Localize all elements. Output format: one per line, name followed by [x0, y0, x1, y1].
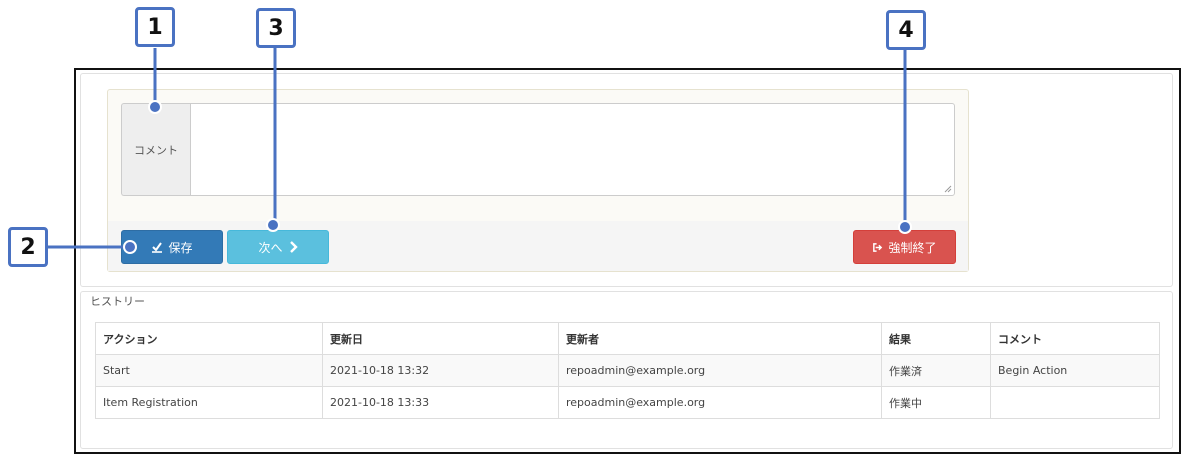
callout-dot-1	[148, 100, 162, 114]
callout-2: 2	[8, 227, 48, 267]
callout-dot-3	[266, 218, 280, 232]
callout-dot-4	[898, 220, 912, 234]
callout-4: 4	[886, 10, 926, 50]
callout-3: 3	[256, 8, 296, 48]
callout-connectors	[47, 48, 912, 254]
callout-dot-2	[123, 240, 137, 254]
callout-1: 1	[135, 7, 175, 47]
